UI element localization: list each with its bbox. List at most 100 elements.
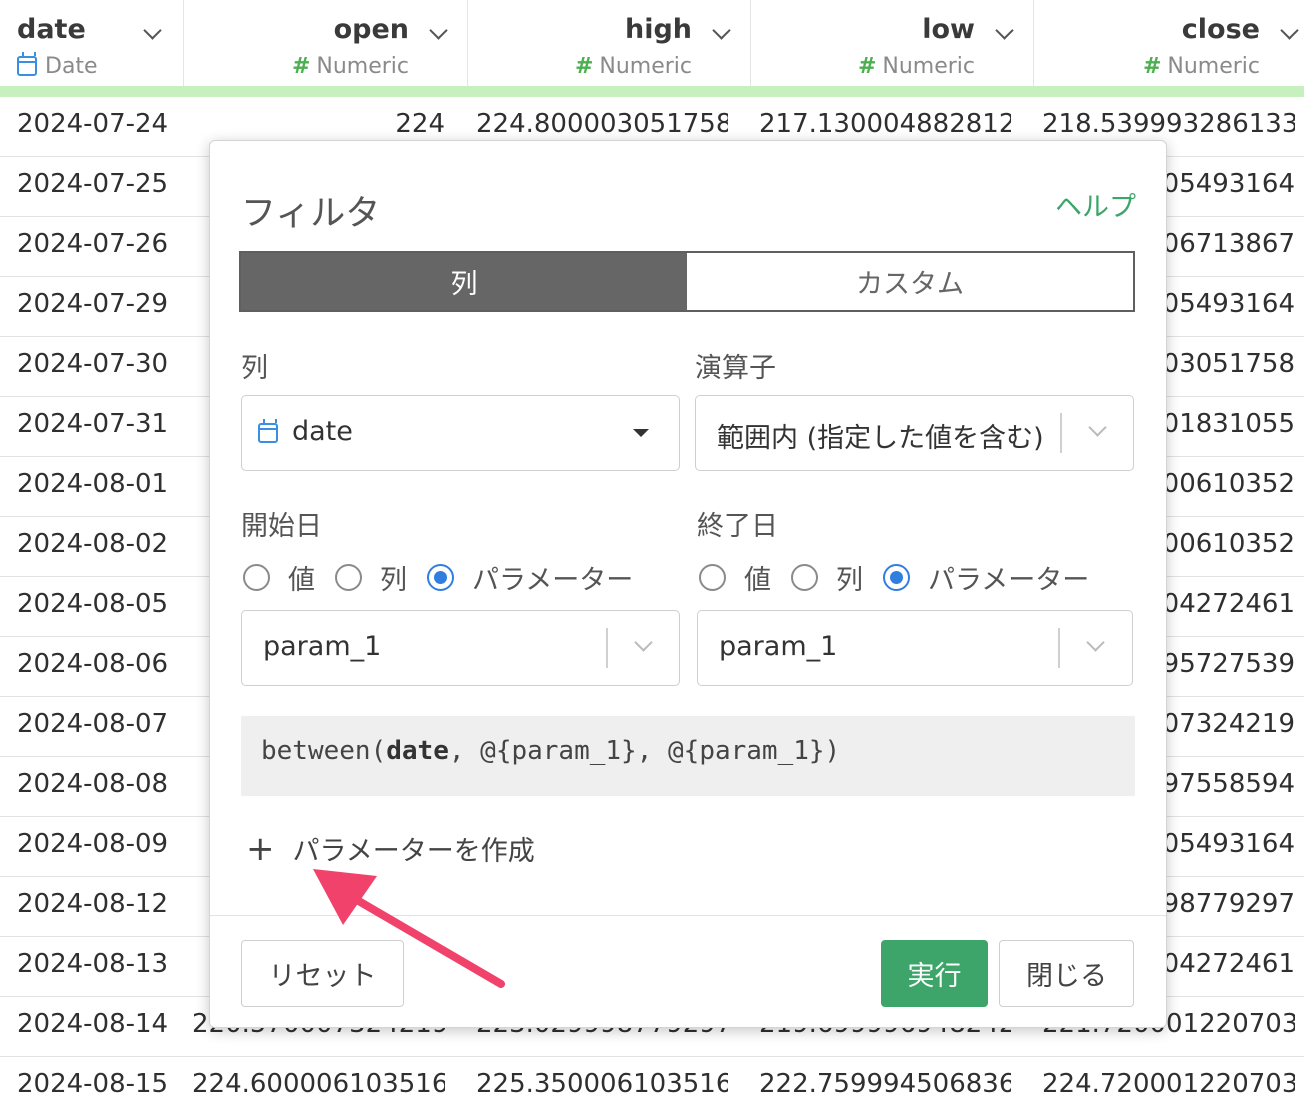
end-radio-value[interactable]: 値 xyxy=(699,558,771,597)
chevron-down-icon[interactable] xyxy=(143,21,162,40)
end-param-select[interactable]: param_1 xyxy=(697,610,1133,686)
table-cell-date: 2024-07-30 xyxy=(17,349,169,379)
column-select[interactable]: date xyxy=(241,395,680,471)
start-date-label: 開始日 xyxy=(241,511,322,542)
chevron-down-icon[interactable] xyxy=(1280,21,1299,40)
plus-icon: + xyxy=(246,828,275,869)
column-name: open xyxy=(333,14,409,45)
select-separator xyxy=(1058,628,1060,668)
column-header-close[interactable]: close # Numeric xyxy=(1034,0,1304,86)
column-header-low[interactable]: low # Numeric xyxy=(751,0,1034,86)
numeric-icon: # xyxy=(574,54,594,79)
operator-select[interactable]: 範囲内 (指定した値を含む) xyxy=(695,395,1134,471)
end-param-value: param_1 xyxy=(719,631,838,662)
select-separator xyxy=(1060,413,1062,453)
start-param-value: param_1 xyxy=(263,631,382,662)
end-source-radios: 値 列 パラメーター xyxy=(699,558,1109,597)
radio-circle-selected[interactable] xyxy=(427,564,454,591)
footer-divider xyxy=(210,915,1166,916)
table-cell-date: 2024-08-14 xyxy=(17,1009,169,1039)
table-cell-high: 224.800003051758 xyxy=(476,109,728,139)
radio-circle-selected[interactable] xyxy=(883,564,910,591)
table-cell-date: 2024-08-02 xyxy=(17,529,169,559)
tab-column[interactable]: 列 xyxy=(241,253,687,310)
start-radio-value[interactable]: 値 xyxy=(243,558,315,597)
table-cell-high: 225.350006103516 xyxy=(476,1069,728,1099)
help-link[interactable]: ヘルプ xyxy=(1055,185,1136,224)
dialog-title: フィルタ xyxy=(241,194,381,234)
chevron-down-icon[interactable] xyxy=(712,21,731,40)
create-parameter-button[interactable]: + パラメーターを作成 xyxy=(246,829,535,868)
chevron-down-icon[interactable] xyxy=(1086,633,1105,652)
table-cell-date: 2024-07-31 xyxy=(17,409,169,439)
data-quality-bar xyxy=(0,86,1304,97)
filter-mode-tabs: 列 カスタム xyxy=(239,251,1135,312)
operator-select-value: 範囲内 (指定した値を含む) xyxy=(717,423,1044,454)
column-header-open[interactable]: open # Numeric xyxy=(184,0,468,86)
create-parameter-label: パラメーターを作成 xyxy=(292,836,535,867)
close-button[interactable]: 閉じる xyxy=(999,940,1134,1007)
numeric-icon: # xyxy=(291,54,311,79)
column-type: Date xyxy=(17,52,98,79)
table-cell-date: 2024-07-26 xyxy=(17,229,169,259)
calendar-icon xyxy=(17,52,37,76)
radio-circle[interactable] xyxy=(243,564,270,591)
column-name: date xyxy=(17,14,86,45)
table-cell-date: 2024-07-25 xyxy=(17,169,169,199)
table-cell-close: 218.539993286133 xyxy=(1042,109,1295,139)
run-button[interactable]: 実行 xyxy=(881,940,988,1007)
column-header-date[interactable]: date Date xyxy=(0,0,184,86)
table-cell-date: 2024-07-29 xyxy=(17,289,169,319)
column-type: # Numeric xyxy=(574,54,692,79)
column-name: close xyxy=(1181,14,1260,45)
table-cell-close: 224.720001220703 xyxy=(1042,1069,1295,1099)
end-radio-parameter[interactable]: パラメーター xyxy=(883,558,1089,597)
caret-down-icon xyxy=(633,429,649,437)
table-cell-date: 2024-08-13 xyxy=(17,949,169,979)
table-cell-low: 222.759994506836 xyxy=(759,1069,1011,1099)
table-cell-low: 217.130004882812 xyxy=(759,109,1011,139)
column-label: 列 xyxy=(241,353,268,384)
numeric-icon: # xyxy=(1142,54,1162,79)
table-cell-date: 2024-08-07 xyxy=(17,709,169,739)
table-cell-open: 224.600006103516 xyxy=(192,1069,445,1099)
table-cell-date: 2024-07-24 xyxy=(17,109,169,139)
start-source-radios: 値 列 パラメーター xyxy=(243,558,653,597)
chevron-down-icon[interactable] xyxy=(429,21,448,40)
table-cell-date: 2024-08-09 xyxy=(17,829,169,859)
column-header-high[interactable]: high # Numeric xyxy=(468,0,751,86)
radio-circle[interactable] xyxy=(791,564,818,591)
start-param-select[interactable]: param_1 xyxy=(241,610,680,686)
table-cell-date: 2024-08-05 xyxy=(17,589,169,619)
table-cell-date: 2024-08-15 xyxy=(17,1069,169,1099)
column-type: # Numeric xyxy=(291,54,409,79)
radio-circle[interactable] xyxy=(699,564,726,591)
table-cell-open: 224 xyxy=(395,109,445,139)
column-name: low xyxy=(922,14,975,45)
table-cell-date: 2024-08-06 xyxy=(17,649,169,679)
start-radio-column[interactable]: 列 xyxy=(335,558,407,597)
tab-custom[interactable]: カスタム xyxy=(687,253,1133,310)
reset-button[interactable]: リセット xyxy=(241,940,404,1007)
numeric-icon: # xyxy=(857,54,877,79)
table-cell-date: 2024-08-12 xyxy=(17,889,169,919)
radio-circle[interactable] xyxy=(335,564,362,591)
chevron-down-icon[interactable] xyxy=(634,633,653,652)
chevron-down-icon[interactable] xyxy=(1088,418,1107,437)
calendar-icon xyxy=(258,419,278,443)
start-radio-parameter[interactable]: パラメーター xyxy=(427,558,633,597)
end-date-label: 終了日 xyxy=(697,511,778,542)
table-cell-date: 2024-08-08 xyxy=(17,769,169,799)
column-select-value: date xyxy=(258,416,353,447)
column-name: high xyxy=(624,14,692,45)
filter-expression-preview: between(date, @{param_1}, @{param_1}) xyxy=(241,716,1135,796)
column-type: # Numeric xyxy=(857,54,975,79)
operator-label: 演算子 xyxy=(695,353,776,384)
chevron-down-icon[interactable] xyxy=(995,21,1014,40)
filter-dialog: フィルタ ヘルプ 列 カスタム 列 演算子 date 範囲内 (指定した値を含む… xyxy=(209,140,1167,1028)
end-radio-column[interactable]: 列 xyxy=(791,558,863,597)
select-separator xyxy=(606,628,608,668)
column-type: # Numeric xyxy=(1142,54,1260,79)
table-cell-date: 2024-08-01 xyxy=(17,469,169,499)
table-row: 2024-08-15 224.600006103516 225.3500061035… xyxy=(0,1057,1304,1102)
